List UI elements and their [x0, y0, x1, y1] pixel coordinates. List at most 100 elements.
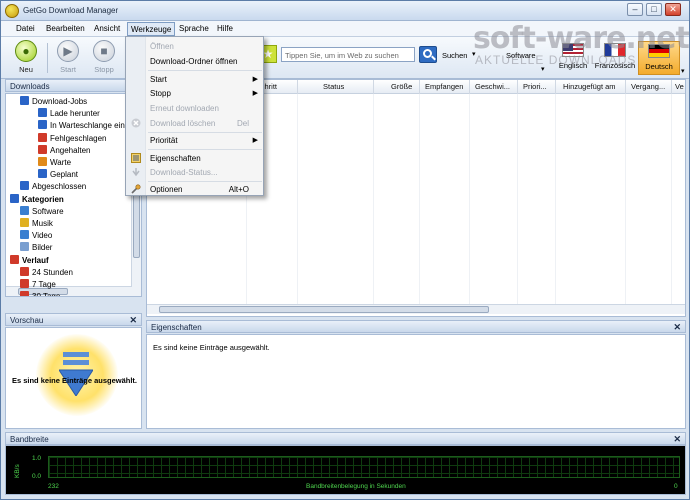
language-more-arrow-icon[interactable]: ▾ — [681, 67, 685, 75]
stop-icon: ■ — [93, 40, 115, 62]
maximize-button[interactable]: □ — [646, 3, 662, 16]
bandwidth-ymax: 1.0 — [32, 455, 42, 462]
tree-item-icon — [10, 193, 19, 203]
bandwidth-x-left: 232 — [48, 483, 59, 490]
download-arrow-icon — [59, 352, 93, 396]
menu-open[interactable]: Öffnen — [126, 39, 263, 53]
tree-item-bilder[interactable]: Bilder — [20, 242, 52, 254]
tree-item-warte[interactable]: Warte — [38, 157, 71, 169]
column-vergangen[interactable]: Vergang... — [631, 82, 665, 91]
menu-options[interactable]: Optionen Alt+O — [126, 182, 263, 196]
column-groesse[interactable]: Größe — [391, 82, 412, 91]
minimize-button[interactable]: – — [627, 3, 643, 16]
tree-item-musik[interactable]: Musik — [20, 218, 53, 230]
bandwidth-close-icon[interactable]: ✕ — [673, 434, 681, 445]
menu-delete-download-label: Download löschen — [150, 119, 216, 128]
options-icon — [131, 184, 141, 194]
menu-stop-label: Stopp — [150, 89, 171, 98]
tree-item-fehlgeschlagen[interactable]: Fehlgeschlagen — [38, 132, 106, 145]
list-gridline — [625, 94, 626, 304]
menu-werkzeuge[interactable]: Werkzeuge — [127, 22, 176, 36]
tree-item-icon — [20, 230, 29, 240]
menu-download-status[interactable]: Download-Status... — [126, 165, 263, 179]
close-button[interactable]: ✕ — [665, 3, 681, 16]
search-label[interactable]: Suchen — [442, 51, 467, 60]
column-prioritaet[interactable]: Priori... — [523, 82, 547, 91]
bandwidth-ymin: 0.0 — [32, 473, 42, 480]
column-status[interactable]: Status — [323, 82, 344, 91]
menu-redownload[interactable]: Erneut downloaden — [126, 101, 263, 115]
tree-item-icon — [38, 132, 47, 142]
tree-item-icon — [20, 279, 29, 288]
tree-item-video[interactable]: Video — [20, 230, 52, 242]
menu-sprache[interactable]: Sprache — [179, 24, 209, 33]
tree-item-label: Software — [32, 206, 64, 216]
tree-item-in-warteschlange-ein[interactable]: In Warteschlange ein — [38, 120, 125, 132]
menu-ansicht[interactable]: Ansicht — [94, 24, 120, 33]
search-button[interactable] — [419, 46, 437, 63]
stop-button[interactable]: ■ Stopp — [87, 39, 121, 77]
menu-open-download-folder[interactable]: Download-Ordner öffnen — [126, 54, 263, 68]
language-german-label: Deutsch — [645, 62, 673, 71]
bandwidth-unit: KB/s — [14, 464, 21, 478]
menu-bearbeiten[interactable]: Bearbeiten — [46, 24, 85, 33]
tree-item-software[interactable]: Software — [20, 205, 64, 218]
stop-label: Stopp — [94, 65, 114, 74]
list-hscroll-thumb[interactable] — [159, 306, 489, 313]
watermark-logo: soft-ware.net — [473, 21, 690, 56]
preview-empty-text: Es sind keine Einträge ausgewählt. — [11, 376, 138, 385]
submenu-arrow-icon: ▶ — [252, 137, 258, 144]
tree-item-icon — [20, 266, 29, 276]
tree-item-abgeschlossen[interactable]: Abgeschlossen — [20, 181, 86, 193]
column-verbleibend[interactable]: Ve — [675, 82, 684, 91]
tree-item-verlauf[interactable]: Verlauf — [10, 254, 49, 267]
tree-item-30-tage[interactable]: 30 Tage — [20, 291, 60, 296]
list-gridline — [373, 94, 374, 304]
tree-item-icon — [20, 181, 29, 191]
start-button[interactable]: ▶ Start — [51, 39, 85, 77]
tree-item-angehalten[interactable]: Angehalten — [38, 144, 90, 157]
tree-item-geplant[interactable]: Geplant — [38, 169, 78, 181]
menu-delete-download[interactable]: Download löschen Del — [126, 116, 263, 130]
column-separator — [373, 80, 374, 94]
bandwidth-panel-header: Bandbreite ✕ — [5, 432, 686, 445]
tree-item-icon — [38, 169, 47, 179]
tree-item-icon — [20, 291, 29, 296]
tree-item-download-jobs[interactable]: Download-Jobs — [20, 96, 87, 108]
new-button[interactable]: ● Neu — [9, 39, 43, 77]
column-separator — [671, 80, 672, 94]
menu-start[interactable]: Start ▶ — [126, 72, 263, 86]
tree-item-kategorien[interactable]: Kategorien — [10, 193, 64, 206]
menu-properties[interactable]: Eigenschaften — [126, 151, 263, 165]
bandwidth-x-right: 0 — [674, 483, 678, 490]
column-geschwindigkeit[interactable]: Geschwi... — [475, 82, 510, 91]
tree-item-7-tage[interactable]: 7 Tage — [20, 279, 56, 291]
properties-panel-header: Eigenschaften ✕ — [146, 320, 686, 333]
menu-priority[interactable]: Priorität ▶ — [126, 133, 263, 147]
properties-icon — [131, 153, 141, 163]
search-icon-handle — [431, 55, 436, 61]
menu-datei[interactable]: Datei — [16, 24, 35, 33]
properties-panel-title: Eigenschaften — [151, 323, 202, 332]
column-empfangen[interactable]: Empfangen — [425, 82, 463, 91]
list-horizontal-scrollbar[interactable] — [147, 304, 685, 314]
properties-close-icon[interactable]: ✕ — [673, 322, 681, 333]
submenu-arrow-icon: ▶ — [252, 76, 258, 83]
column-hinzugefuegt[interactable]: Hinzugefügt am — [563, 82, 616, 91]
menu-hilfe[interactable]: Hilfe — [217, 24, 233, 33]
tree-item-icon — [20, 96, 29, 105]
start-label: Start — [60, 65, 76, 74]
menu-open-download-folder-label: Download-Ordner öffnen — [150, 57, 238, 66]
new-label: Neu — [19, 65, 33, 74]
downloads-tree: Download-Jobs Lade herunter In Warteschlan… — [5, 93, 142, 297]
search-input[interactable]: Tippen Sie, um im Web zu suchen — [281, 47, 415, 62]
menu-delete-shortcut: Del — [236, 119, 249, 128]
list-gridline — [419, 94, 420, 304]
preview-close-icon[interactable]: ✕ — [129, 315, 137, 326]
tree-item-lade-herunter[interactable]: Lade herunter — [38, 108, 100, 120]
menu-stop[interactable]: Stopp ▶ — [126, 86, 263, 100]
menu-open-label: Öffnen — [150, 42, 174, 51]
tree-item-24-stunden[interactable]: 24 Stunden — [20, 266, 73, 279]
menu-options-shortcut: Alt+O — [228, 185, 249, 194]
menu-priority-label: Priorität — [150, 136, 178, 145]
